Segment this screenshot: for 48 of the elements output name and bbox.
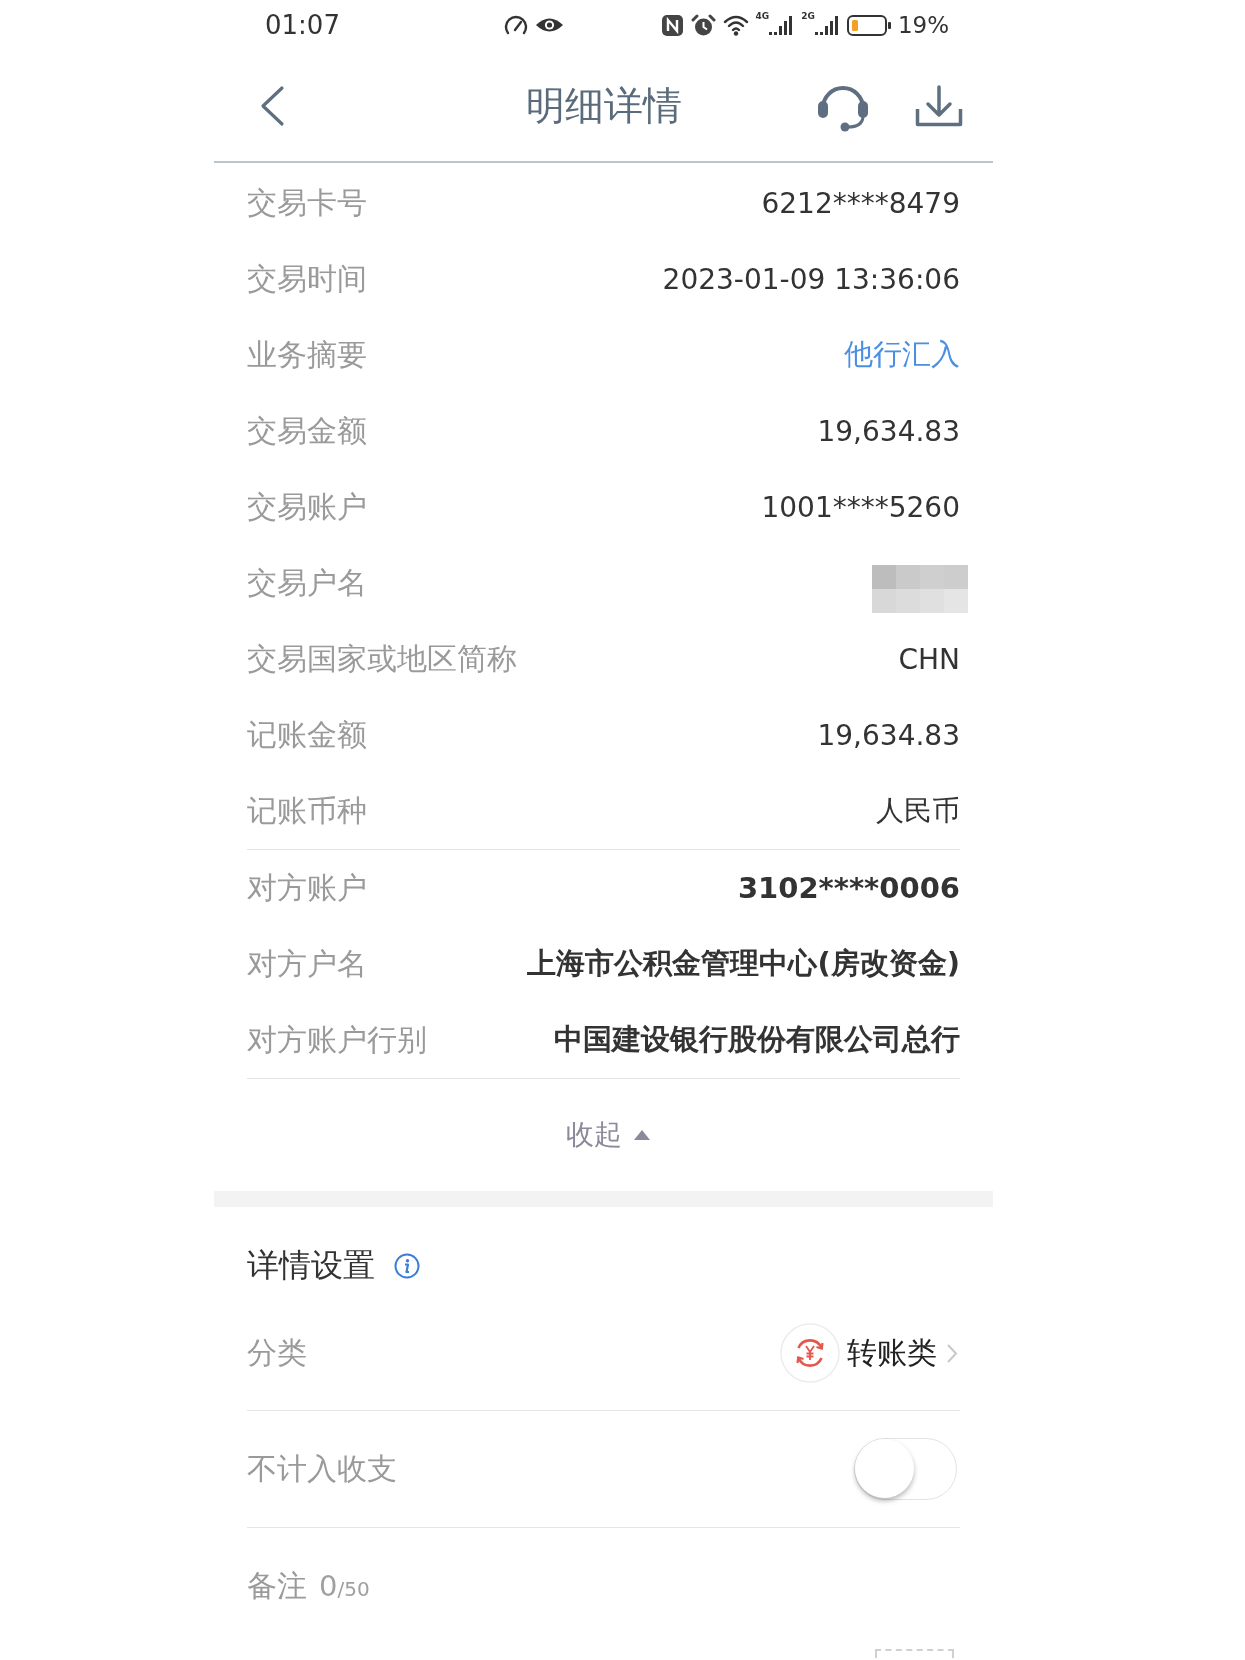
setting-label: 分类 (247, 1333, 307, 1372)
detail-label: 对方户名 (247, 944, 367, 983)
signal-icon (814, 15, 840, 35)
toggle-switch[interactable] (854, 1438, 957, 1500)
detail-label: 记账金额 (247, 715, 367, 754)
detail-label: 交易国家或地区简称 (247, 639, 517, 678)
character-limit: /50 (337, 1576, 370, 1601)
page-title: 明细详情 (525, 81, 682, 130)
detail-value: 上海市公积金管理中心(房改资金) (527, 945, 960, 982)
battery-icon (846, 14, 891, 36)
signal-icon (769, 15, 795, 35)
detail-value: CHN (898, 642, 960, 676)
character-count: 0 (319, 1568, 338, 1603)
chevron-right-icon (946, 1342, 958, 1364)
detail-label: 交易户名 (247, 563, 367, 602)
yen-exchange-icon (780, 1323, 840, 1383)
detail-label: 业务摘要 (247, 335, 367, 374)
speed-gauge-icon (502, 14, 529, 36)
detail-value: 3102****0006 (737, 871, 960, 905)
info-icon[interactable] (394, 1252, 420, 1279)
detail-value: 1001****5260 (761, 490, 960, 524)
status-time: 01:07 (265, 10, 340, 40)
detail-label: 交易账户 (247, 487, 367, 526)
detail-value: 他行汇入 (844, 336, 960, 373)
detail-value: 19,634.83 (817, 414, 960, 448)
detail-label: 对方账户 (247, 868, 367, 907)
download-icon[interactable] (915, 84, 963, 127)
remark-label: 备注 (247, 1566, 307, 1605)
detail-label: 对方账户行别 (247, 1020, 427, 1059)
category-button[interactable]: 转账类 (780, 1323, 958, 1383)
detail-value: 19,634.83 (817, 718, 960, 752)
detail-value: 6212****8479 (761, 186, 960, 220)
wifi-icon (722, 14, 749, 36)
detail-value: 2023-01-09 13:36:06 (662, 262, 960, 296)
setting-label: 不计入收支 (247, 1449, 397, 1488)
detail-label: 交易时间 (247, 259, 367, 298)
eye-icon (534, 16, 564, 34)
network-type-label: 2G (801, 12, 815, 21)
network-type-label: 4G (755, 12, 770, 21)
detail-value: 中国建设银行股份有限公司总行 (554, 1021, 960, 1058)
detail-value: 人民币 (876, 793, 960, 829)
alarm-clock-icon (690, 13, 716, 37)
detail-label: 交易金额 (247, 411, 367, 450)
detail-label: 记账币种 (247, 791, 367, 830)
section-title: 详情设置 (247, 1244, 375, 1286)
detail-label: 交易卡号 (247, 183, 367, 222)
nfc-icon (660, 13, 684, 37)
battery-percent: 19% (897, 12, 949, 38)
